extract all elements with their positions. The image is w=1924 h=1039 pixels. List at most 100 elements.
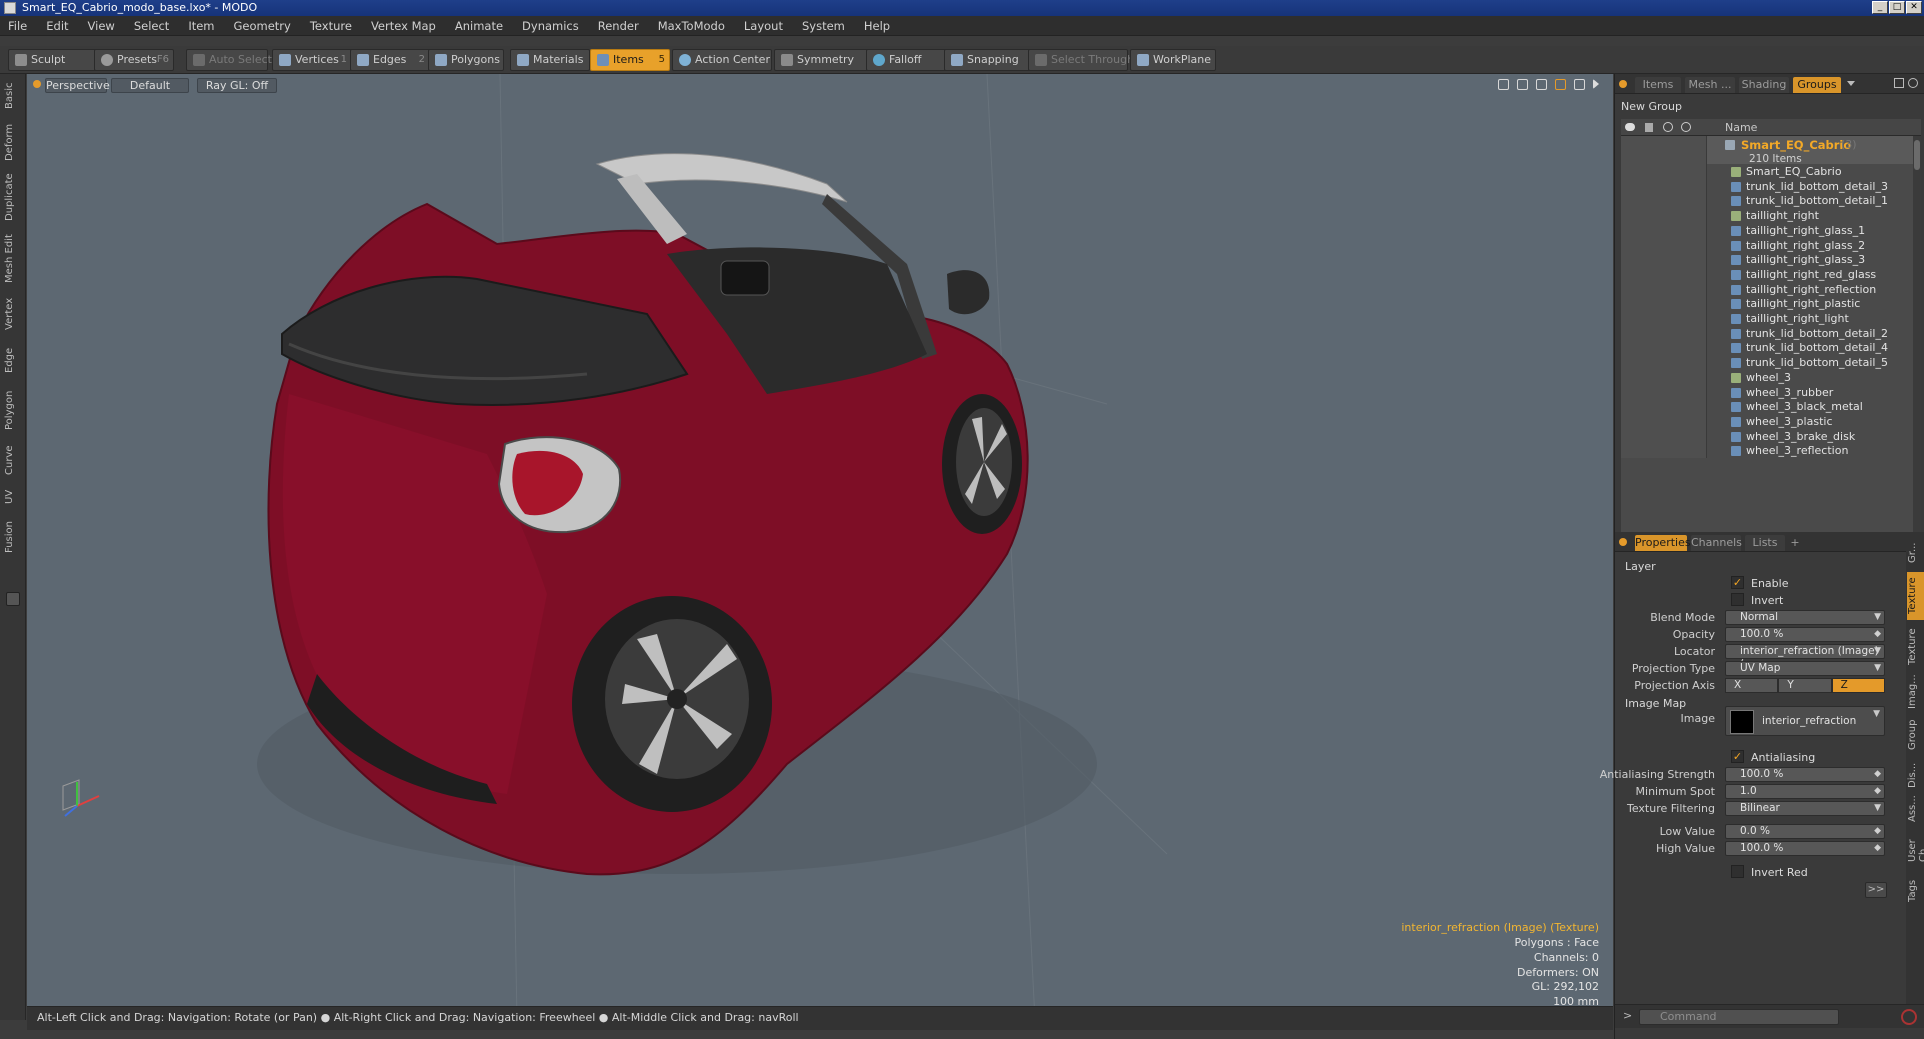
tab-mesh[interactable]: Mesh ... bbox=[1685, 77, 1735, 93]
stepper-icon[interactable]: ◆ bbox=[1874, 628, 1881, 641]
menu-edit[interactable]: Edit bbox=[46, 19, 68, 33]
row-toggles[interactable] bbox=[1621, 164, 1707, 179]
row-toggles[interactable] bbox=[1621, 252, 1707, 268]
menu-item[interactable]: Item bbox=[188, 19, 214, 33]
menu-file[interactable]: File bbox=[8, 19, 27, 33]
list-item[interactable]: taillight_right_glass_3 bbox=[1621, 252, 1921, 268]
chevron-right-icon[interactable] bbox=[1593, 79, 1599, 89]
tab-uv[interactable]: UV bbox=[4, 486, 22, 508]
vtab-tags[interactable]: Tags bbox=[1907, 878, 1924, 904]
visibility-eye-icon[interactable] bbox=[1625, 123, 1635, 131]
texture-filtering-dropdown[interactable]: Bilinear ▼ bbox=[1725, 801, 1885, 816]
menu-texture[interactable]: Texture bbox=[310, 19, 352, 33]
row-toggles[interactable] bbox=[1621, 208, 1707, 224]
image-selector[interactable]: interior_refraction ▼ bbox=[1725, 706, 1885, 736]
list-item[interactable]: wheel_3 bbox=[1621, 369, 1921, 385]
list-item[interactable]: trunk_lid_bottom_detail_2 bbox=[1621, 325, 1921, 341]
sculpt-button[interactable]: Sculpt bbox=[8, 49, 96, 71]
row-toggles[interactable] bbox=[1621, 399, 1707, 415]
row-toggles[interactable] bbox=[1621, 355, 1707, 371]
row-toggles[interactable] bbox=[1621, 384, 1707, 400]
tab-properties[interactable]: Properties bbox=[1635, 535, 1691, 551]
tab-curve[interactable]: Curve bbox=[4, 442, 22, 478]
shading-dropdown[interactable]: Default bbox=[111, 78, 189, 93]
workplane-button[interactable]: WorkPlane bbox=[1130, 49, 1216, 71]
render-icon[interactable] bbox=[1663, 122, 1673, 132]
panel-menu-icon[interactable] bbox=[1619, 80, 1627, 88]
vtab-texture[interactable]: Texture ... bbox=[1907, 624, 1924, 670]
stepper-icon[interactable]: ◆ bbox=[1874, 768, 1881, 781]
layer-section-header[interactable]: Layer bbox=[1625, 560, 1656, 573]
name-column-header[interactable]: Name bbox=[1725, 121, 1757, 134]
axis-z-button[interactable]: Z bbox=[1831, 678, 1885, 693]
list-item[interactable]: wheel_3_black_metal bbox=[1621, 399, 1921, 415]
props-menu-icon[interactable] bbox=[1619, 538, 1627, 546]
close-button[interactable]: ✕ bbox=[1906, 1, 1922, 14]
viewport-scene[interactable] bbox=[27, 74, 1613, 1020]
tab-edge[interactable]: Edge bbox=[4, 344, 22, 376]
menu-render[interactable]: Render bbox=[598, 19, 639, 33]
blend-mode-dropdown[interactable]: Normal ▼ bbox=[1725, 610, 1885, 625]
row-toggles[interactable] bbox=[1621, 296, 1707, 312]
vtab-gr[interactable]: Gr... bbox=[1907, 538, 1924, 568]
row-toggles[interactable] bbox=[1621, 428, 1707, 444]
vtab-texture-active[interactable]: Texture ... bbox=[1907, 572, 1924, 620]
menu-animate[interactable]: Animate bbox=[455, 19, 503, 33]
tab-deform[interactable]: Deform bbox=[4, 122, 22, 162]
more-button[interactable]: >> bbox=[1865, 882, 1887, 898]
list-item[interactable]: trunk_lid_bottom_detail_4 bbox=[1621, 340, 1921, 356]
menu-maxtomodo[interactable]: MaxToModo bbox=[658, 19, 725, 33]
add-tab-button[interactable]: + bbox=[1787, 535, 1803, 551]
row-toggles[interactable] bbox=[1621, 178, 1707, 194]
row-toggles[interactable] bbox=[1621, 311, 1707, 326]
tab-mesh-edit[interactable]: Mesh Edit bbox=[4, 232, 22, 286]
row-toggles[interactable] bbox=[1621, 237, 1707, 253]
edges-button[interactable]: Edges 2 bbox=[350, 49, 430, 71]
panel-gear-icon[interactable] bbox=[1908, 78, 1918, 88]
auto-select-button[interactable]: Auto Select bbox=[186, 49, 272, 71]
antialiasing-checkbox[interactable]: ✓ bbox=[1731, 750, 1744, 763]
row-toggles[interactable] bbox=[1621, 369, 1707, 385]
materials-button[interactable]: Materials bbox=[510, 49, 590, 71]
presets-button[interactable]: Presets F6 bbox=[94, 49, 174, 71]
row-toggles[interactable] bbox=[1621, 222, 1707, 238]
stepper-icon[interactable]: ◆ bbox=[1874, 785, 1881, 798]
pan-icon[interactable] bbox=[1498, 79, 1509, 90]
raygl-toggle[interactable]: Ray GL: Off bbox=[197, 78, 277, 93]
tab-polygon[interactable]: Polygon bbox=[4, 386, 22, 434]
menu-select[interactable]: Select bbox=[134, 19, 169, 33]
invert-checkbox[interactable]: ✓ bbox=[1731, 593, 1744, 606]
select-icon[interactable] bbox=[1681, 122, 1691, 132]
high-value-field[interactable]: 100.0 % ◆ bbox=[1725, 841, 1885, 856]
select-through-button[interactable]: Select Through bbox=[1028, 49, 1134, 71]
locator-dropdown[interactable]: interior_refraction (Image) ( ...▼ bbox=[1725, 644, 1885, 670]
tab-lists[interactable]: Lists bbox=[1745, 535, 1785, 551]
stepper-icon[interactable]: ◆ bbox=[1874, 842, 1881, 855]
menu-vertex-map[interactable]: Vertex Map bbox=[371, 19, 436, 33]
new-group-button[interactable]: New Group bbox=[1619, 99, 1699, 115]
image-map-section-header[interactable]: Image Map bbox=[1625, 697, 1686, 710]
menu-help[interactable]: Help bbox=[864, 19, 890, 33]
record-icon[interactable] bbox=[1901, 1009, 1917, 1025]
zoom-icon[interactable] bbox=[1536, 79, 1547, 90]
menu-view[interactable]: View bbox=[88, 19, 115, 33]
vtab-group[interactable]: Group ... bbox=[1907, 714, 1924, 756]
row-toggles[interactable] bbox=[1621, 413, 1707, 429]
scrollbar-thumb[interactable] bbox=[1914, 140, 1920, 170]
row-toggles[interactable] bbox=[1621, 266, 1707, 282]
action-center-button[interactable]: Action Center bbox=[672, 49, 772, 71]
menu-dynamics[interactable]: Dynamics bbox=[522, 19, 579, 33]
row-toggles[interactable] bbox=[1621, 340, 1707, 356]
vtab-image[interactable]: Imag... bbox=[1907, 674, 1924, 710]
list-item[interactable]: taillight_right bbox=[1621, 208, 1921, 224]
tab-groups[interactable]: Groups bbox=[1793, 77, 1841, 93]
tab-channels[interactable]: Channels bbox=[1691, 535, 1742, 551]
list-item[interactable]: taillight_right_red_glass bbox=[1621, 266, 1921, 282]
menu-layout[interactable]: Layout bbox=[744, 19, 783, 33]
vertices-button[interactable]: Vertices 1 bbox=[272, 49, 352, 71]
symmetry-button[interactable]: Symmetry bbox=[774, 49, 868, 71]
minimize-button[interactable]: _ bbox=[1872, 1, 1888, 14]
snapping-button[interactable]: Snapping bbox=[944, 49, 1030, 71]
group-row-smart-eq-cabrio[interactable]: Smart_EQ_Cabrio (3) 210 Items bbox=[1621, 136, 1921, 165]
list-item[interactable]: trunk_lid_bottom_detail_5 bbox=[1621, 355, 1921, 371]
